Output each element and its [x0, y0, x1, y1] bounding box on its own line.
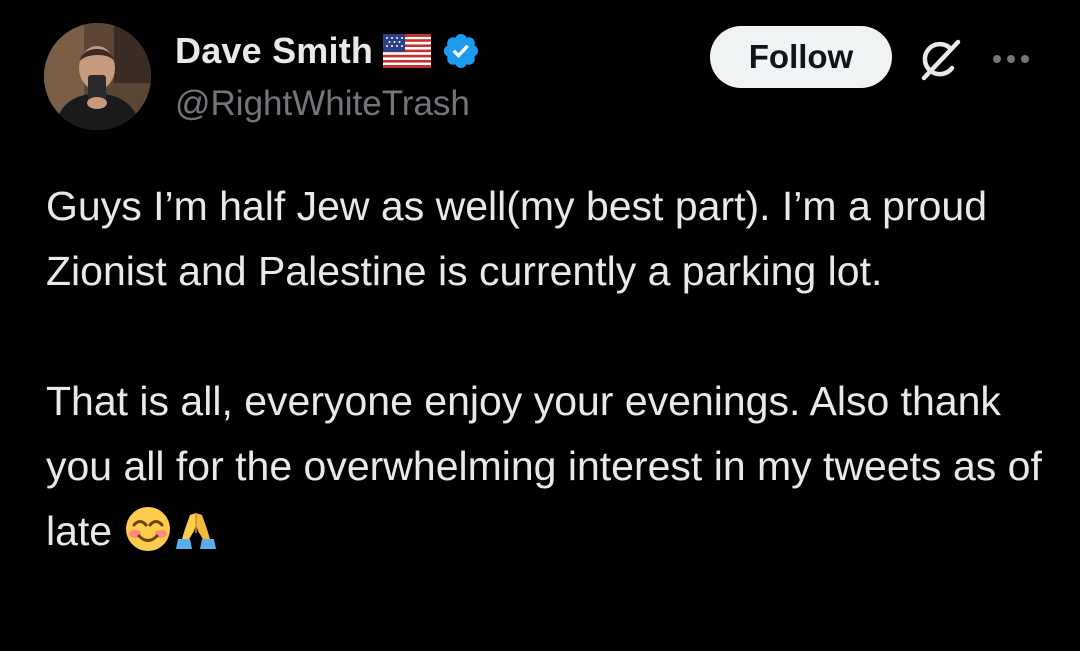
follow-button[interactable]: Follow — [710, 26, 892, 88]
tweet-paragraph-2: That is all, everyone enjoy your evening… — [46, 369, 1046, 572]
tweet-paragraph-1: Guys I’m half Jew as well(my best part).… — [46, 183, 988, 294]
author-display-name[interactable]: Dave Smith — [175, 30, 373, 72]
avatar[interactable] — [44, 23, 151, 130]
grok-icon[interactable] — [912, 34, 964, 86]
author-name-row: Dave Smith — [175, 28, 481, 74]
avatar-photo — [44, 23, 151, 130]
verified-badge-icon[interactable] — [441, 31, 481, 71]
tweet-text: Guys I’m half Jew as well(my best part).… — [46, 174, 1046, 572]
folded-hands-icon — [172, 505, 220, 572]
us-flag-icon — [383, 34, 432, 68]
smiling-face-icon — [124, 505, 172, 572]
more-options-icon[interactable] — [990, 49, 1032, 69]
author-handle[interactable]: @RightWhiteTrash — [175, 84, 470, 124]
